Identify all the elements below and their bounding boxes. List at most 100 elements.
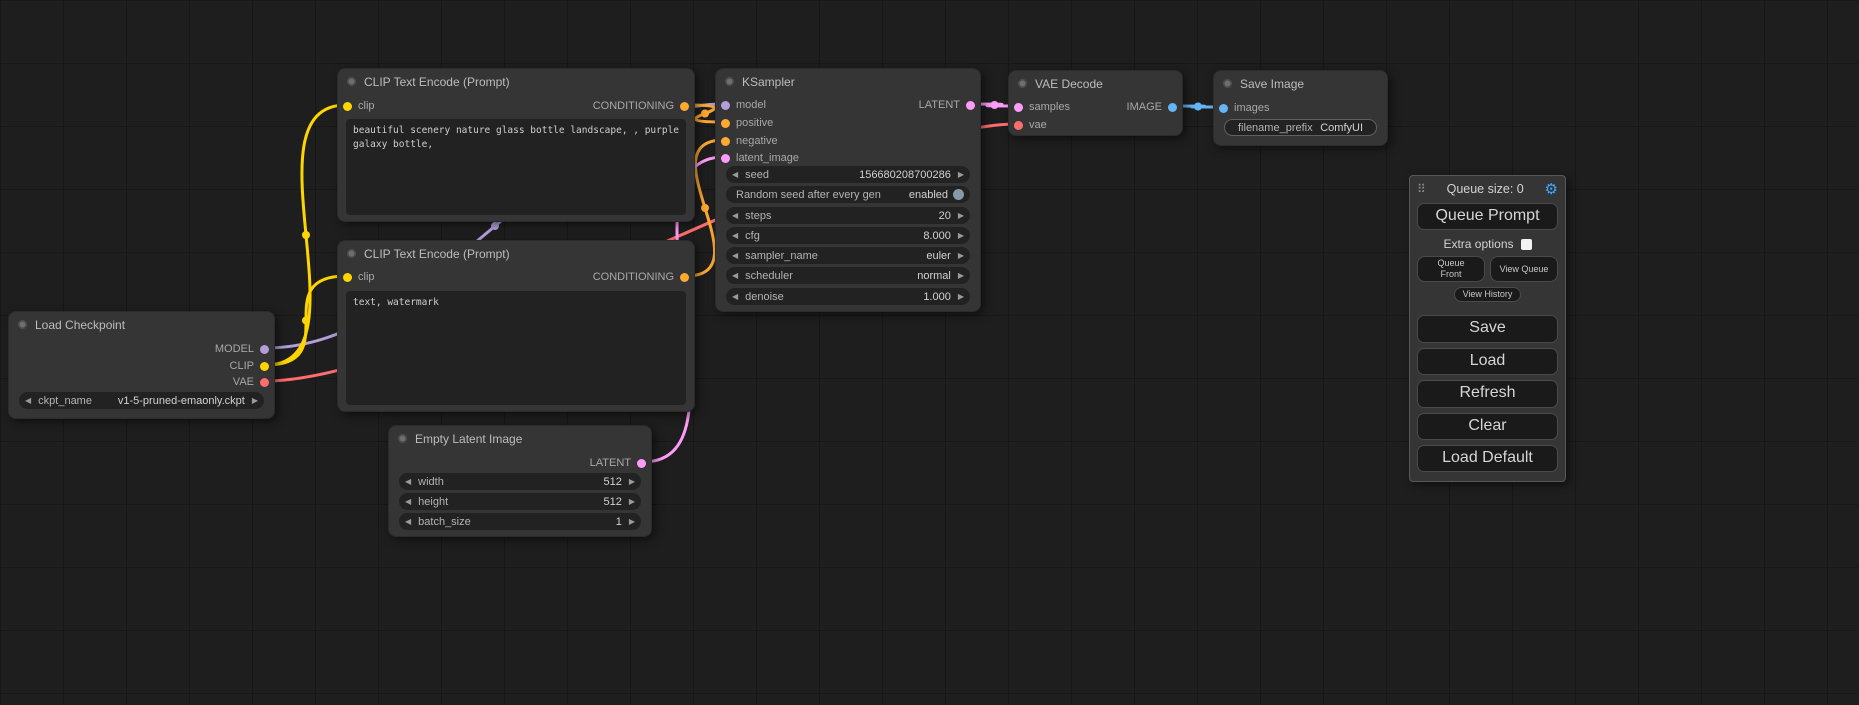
link-midpoint-dot[interactable] (491, 222, 499, 230)
link-midpoint-dot[interactable] (1194, 103, 1202, 111)
decrement-arrow-icon[interactable]: ◀ (732, 232, 738, 240)
node-empty-latent[interactable]: Empty Latent Image LATENT ◀width512▶ ◀heigh… (388, 425, 652, 537)
decrement-arrow-icon[interactable]: ◀ (25, 397, 31, 405)
collapse-dot[interactable] (18, 320, 27, 329)
increment-arrow-icon[interactable]: ▶ (958, 171, 964, 179)
decrement-arrow-icon[interactable]: ◀ (405, 518, 411, 526)
drag-handle-icon[interactable]: ⠿ (1417, 182, 1426, 196)
widget-filename-prefix[interactable]: filename_prefixComfyUI (1224, 119, 1377, 136)
widget-steps[interactable]: ◀steps20▶ (726, 207, 970, 224)
widget-seed[interactable]: ◀seed156680208700286▶ (726, 166, 970, 183)
increment-arrow-icon[interactable]: ▶ (252, 397, 258, 405)
decrement-arrow-icon[interactable]: ◀ (732, 212, 738, 220)
toggle-on-dot[interactable] (953, 189, 964, 200)
output-slot-dot[interactable] (966, 101, 975, 110)
increment-arrow-icon[interactable]: ▶ (629, 478, 635, 486)
extra-options-checkbox[interactable] (1521, 239, 1532, 250)
input-slot-dot[interactable] (721, 154, 730, 163)
output-slot-LATENT[interactable]: LATENT (590, 455, 646, 471)
node-title-bar[interactable]: VAE Decode (1009, 71, 1182, 96)
collapse-dot[interactable] (725, 77, 734, 86)
input-slot-dot[interactable] (1014, 103, 1023, 112)
prompt-textarea[interactable]: text, watermark (346, 291, 686, 405)
output-slot-CONDITIONING[interactable]: CONDITIONING (593, 269, 689, 285)
node-title-bar[interactable]: Save Image (1214, 71, 1387, 96)
collapse-dot[interactable] (398, 434, 407, 443)
save-button[interactable]: Save (1417, 315, 1558, 342)
output-slot-dot[interactable] (1168, 103, 1177, 112)
input-slot-latent_image[interactable]: latent_image (721, 150, 799, 166)
input-slot-dot[interactable] (343, 273, 352, 282)
widget-random-seed-after-every-gen[interactable]: Random seed after every genenabled (726, 186, 970, 203)
view-history-button[interactable]: View History (1454, 287, 1522, 302)
increment-arrow-icon[interactable]: ▶ (958, 293, 964, 301)
collapse-dot[interactable] (1018, 79, 1027, 88)
output-slot-dot[interactable] (680, 102, 689, 111)
output-slot-LATENT[interactable]: LATENT (919, 97, 975, 113)
link-midpoint-dot[interactable] (701, 204, 709, 212)
load-button[interactable]: Load (1417, 348, 1558, 375)
decrement-arrow-icon[interactable]: ◀ (405, 478, 411, 486)
node-title-bar[interactable]: CLIP Text Encode (Prompt) (338, 241, 694, 266)
input-slot-dot[interactable] (721, 119, 730, 128)
widget-denoise[interactable]: ◀denoise1.000▶ (726, 288, 970, 305)
node-title-bar[interactable]: CLIP Text Encode (Prompt) (338, 69, 694, 94)
widget-ckpt-name[interactable]: ◀ckpt_namev1-5-pruned-emaonly.ckpt▶ (19, 392, 264, 409)
increment-arrow-icon[interactable]: ▶ (958, 252, 964, 260)
collapse-dot[interactable] (1223, 79, 1232, 88)
widget-height[interactable]: ◀height512▶ (399, 493, 641, 510)
queue-prompt-button[interactable]: Queue Prompt (1417, 203, 1558, 230)
decrement-arrow-icon[interactable]: ◀ (732, 171, 738, 179)
output-slot-IMAGE[interactable]: IMAGE (1127, 99, 1177, 115)
prompt-textarea[interactable]: beautiful scenery nature glass bottle la… (346, 119, 686, 215)
widget-batch-size[interactable]: ◀batch_size1▶ (399, 513, 641, 530)
widget-width[interactable]: ◀width512▶ (399, 473, 641, 490)
increment-arrow-icon[interactable]: ▶ (958, 232, 964, 240)
node-clip-positive[interactable]: CLIP Text Encode (Prompt)clipCONDITIONIN… (337, 68, 695, 222)
output-slot-dot[interactable] (260, 378, 269, 387)
refresh-button[interactable]: Refresh (1417, 380, 1558, 407)
node-save-image[interactable]: Save Image images filename_prefixComfyUI (1213, 70, 1388, 146)
clear-button[interactable]: Clear (1417, 413, 1558, 440)
settings-gear-icon[interactable]: ⚙ (1545, 182, 1558, 197)
output-slot-dot[interactable] (637, 459, 646, 468)
decrement-arrow-icon[interactable]: ◀ (732, 293, 738, 301)
node-graph-canvas[interactable]: ⠿ Queue size: 0 ⚙ Queue Prompt Extra opt… (0, 0, 1859, 705)
input-slot-model[interactable]: model (721, 97, 766, 113)
input-slot-dot[interactable] (343, 102, 352, 111)
node-title-bar[interactable]: Empty Latent Image (389, 426, 651, 451)
collapse-dot[interactable] (347, 249, 356, 258)
node-title-bar[interactable]: Load Checkpoint (9, 312, 274, 337)
widget-cfg[interactable]: ◀cfg8.000▶ (726, 227, 970, 244)
link-midpoint-dot[interactable] (302, 317, 310, 325)
input-slot-dot[interactable] (721, 101, 730, 110)
link-midpoint-dot[interactable] (991, 101, 999, 109)
output-slot-MODEL[interactable]: MODEL (215, 341, 269, 357)
output-slot-dot[interactable] (260, 345, 269, 354)
input-slot-dot[interactable] (721, 137, 730, 146)
increment-arrow-icon[interactable]: ▶ (958, 212, 964, 220)
node-clip-negative[interactable]: CLIP Text Encode (Prompt) clip CONDITIONIN… (337, 240, 695, 412)
decrement-arrow-icon[interactable]: ◀ (732, 252, 738, 260)
output-slot-dot[interactable] (260, 362, 269, 371)
output-slot-VAE[interactable]: VAE (233, 374, 269, 390)
input-slot-samples[interactable]: samples (1014, 99, 1070, 115)
input-slot-clip[interactable]: clip (343, 269, 375, 285)
input-slot-images[interactable]: images (1219, 100, 1269, 116)
link-midpoint-dot[interactable] (701, 110, 709, 118)
widget-scheduler[interactable]: ◀schedulernormal▶ (726, 267, 970, 284)
link-midpoint-dot[interactable] (302, 231, 310, 239)
queue-front-button[interactable]: Queue Front (1417, 256, 1485, 282)
node-title-bar[interactable]: KSampler (716, 69, 980, 94)
increment-arrow-icon[interactable]: ▶ (958, 272, 964, 280)
node-ksampler[interactable]: KSamplermodelpositivenegativelatent_imag… (715, 68, 981, 312)
output-slot-CONDITIONING[interactable]: CONDITIONING (593, 98, 689, 114)
increment-arrow-icon[interactable]: ▶ (629, 518, 635, 526)
view-queue-button[interactable]: View Queue (1490, 256, 1558, 282)
node-vae-decode[interactable]: VAE DecodesamplesvaeIMAGE (1008, 70, 1183, 136)
collapse-dot[interactable] (347, 77, 356, 86)
decrement-arrow-icon[interactable]: ◀ (405, 498, 411, 506)
widget-sampler-name[interactable]: ◀sampler_nameeuler▶ (726, 247, 970, 264)
load-default-button[interactable]: Load Default (1417, 445, 1558, 472)
node-load-checkpoint[interactable]: Load CheckpointMODELCLIPVAE◀ckpt_namev1-… (8, 311, 275, 419)
